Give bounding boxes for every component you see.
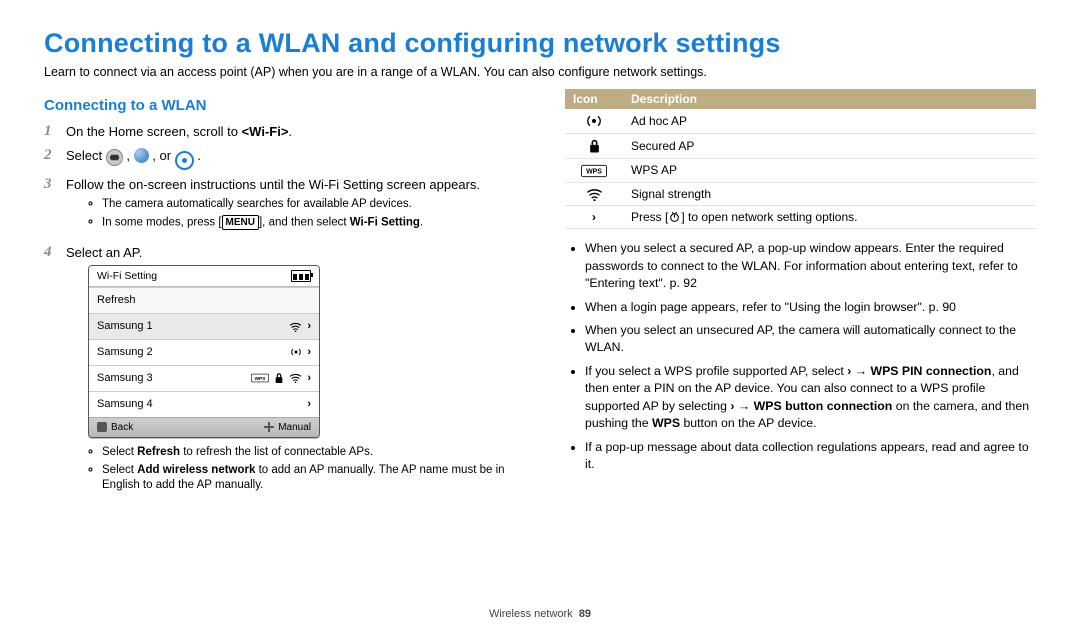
step-4: Select an AP. Wi-Fi Setting Refresh Sams…	[44, 241, 515, 504]
wifi-signal-icon	[586, 188, 603, 201]
intro-text: Learn to connect via an access point (AP…	[44, 65, 1036, 79]
panel-manual: Manual	[264, 421, 311, 435]
page-title: Connecting to a WLAN and configuring net…	[44, 28, 1036, 59]
chevron-right-icon: ›	[307, 319, 311, 334]
panel-row-1: Samsung 1 ›	[89, 313, 319, 339]
step-2: Select , , or .	[44, 144, 515, 173]
chevron-right-icon: ›	[307, 345, 311, 360]
step-1: On the Home screen, scroll to <Wi-Fi>.	[44, 120, 515, 144]
wps-icon: WPS	[581, 164, 607, 178]
dpad-icon	[264, 422, 274, 432]
chevron-right-icon: ›	[592, 210, 596, 224]
target-icon	[175, 151, 194, 170]
wps-icon: WPS	[251, 373, 269, 383]
step-4-note-1: Select Refresh to refresh the list of co…	[102, 444, 515, 462]
mode-icon-1	[106, 149, 123, 166]
panel-row-2: Samsung 2 ›	[89, 339, 319, 365]
wifi-setting-panel: Wi-Fi Setting Refresh Samsung 1 ›	[88, 265, 320, 438]
step-3-note-2: In some modes, press [MENU], and then se…	[102, 214, 515, 232]
panel-refresh: Refresh	[89, 287, 319, 313]
bullet-3: When you select an unsecured AP, the cam…	[585, 319, 1036, 360]
self-timer-icon	[668, 210, 681, 223]
bullet-2: When a login page appears, refer to "Usi…	[585, 296, 1036, 319]
chevron-right-icon: ›	[307, 397, 311, 412]
panel-title: Wi-Fi Setting	[97, 269, 157, 283]
right-column: Icon Description Ad hoc AP Secured AP WP…	[565, 89, 1036, 504]
bullet-4: If you select a WPS profile supported AP…	[585, 360, 1036, 436]
th-description: Description	[623, 89, 1036, 109]
wifi-signal-icon	[289, 322, 302, 332]
table-row: WPS WPS AP	[565, 159, 1036, 183]
adhoc-icon	[586, 113, 602, 129]
globe-icon	[134, 148, 149, 163]
th-icon: Icon	[565, 89, 623, 109]
left-column: Connecting to a WLAN On the Home screen,…	[44, 89, 515, 504]
back-key-icon	[97, 422, 107, 432]
subheading: Connecting to a WLAN	[44, 97, 515, 114]
step-4-note-2: Select Add wireless network to add an AP…	[102, 462, 515, 495]
table-row: Secured AP	[565, 134, 1036, 159]
page-footer: Wireless network 89	[0, 608, 1080, 620]
bullet-5: If a pop-up message about data collectio…	[585, 436, 1036, 477]
step-3: Follow the on-screen instructions until …	[44, 173, 515, 241]
svg-text:WPS: WPS	[255, 376, 267, 382]
svg-text:WPS: WPS	[586, 168, 602, 175]
lock-icon	[274, 372, 284, 384]
lock-icon	[588, 138, 601, 154]
adhoc-icon	[290, 346, 302, 358]
menu-button-tag: MENU	[222, 215, 259, 230]
chevron-right-icon: ›	[307, 371, 311, 386]
table-row: › Press [] to open network setting optio…	[565, 206, 1036, 229]
wifi-signal-icon	[289, 373, 302, 383]
table-row: Signal strength	[565, 182, 1036, 205]
panel-back: Back	[97, 421, 133, 435]
icon-table: Icon Description Ad hoc AP Secured AP WP…	[565, 89, 1036, 229]
table-row: Ad hoc AP	[565, 109, 1036, 134]
panel-row-4: Samsung 4 ›	[89, 391, 319, 417]
bullet-1: When you select a secured AP, a pop-up w…	[585, 237, 1036, 295]
battery-icon	[291, 270, 311, 282]
panel-row-3: Samsung 3 WPS ›	[89, 365, 319, 391]
step-3-note-1: The camera automatically searches for av…	[102, 196, 515, 214]
